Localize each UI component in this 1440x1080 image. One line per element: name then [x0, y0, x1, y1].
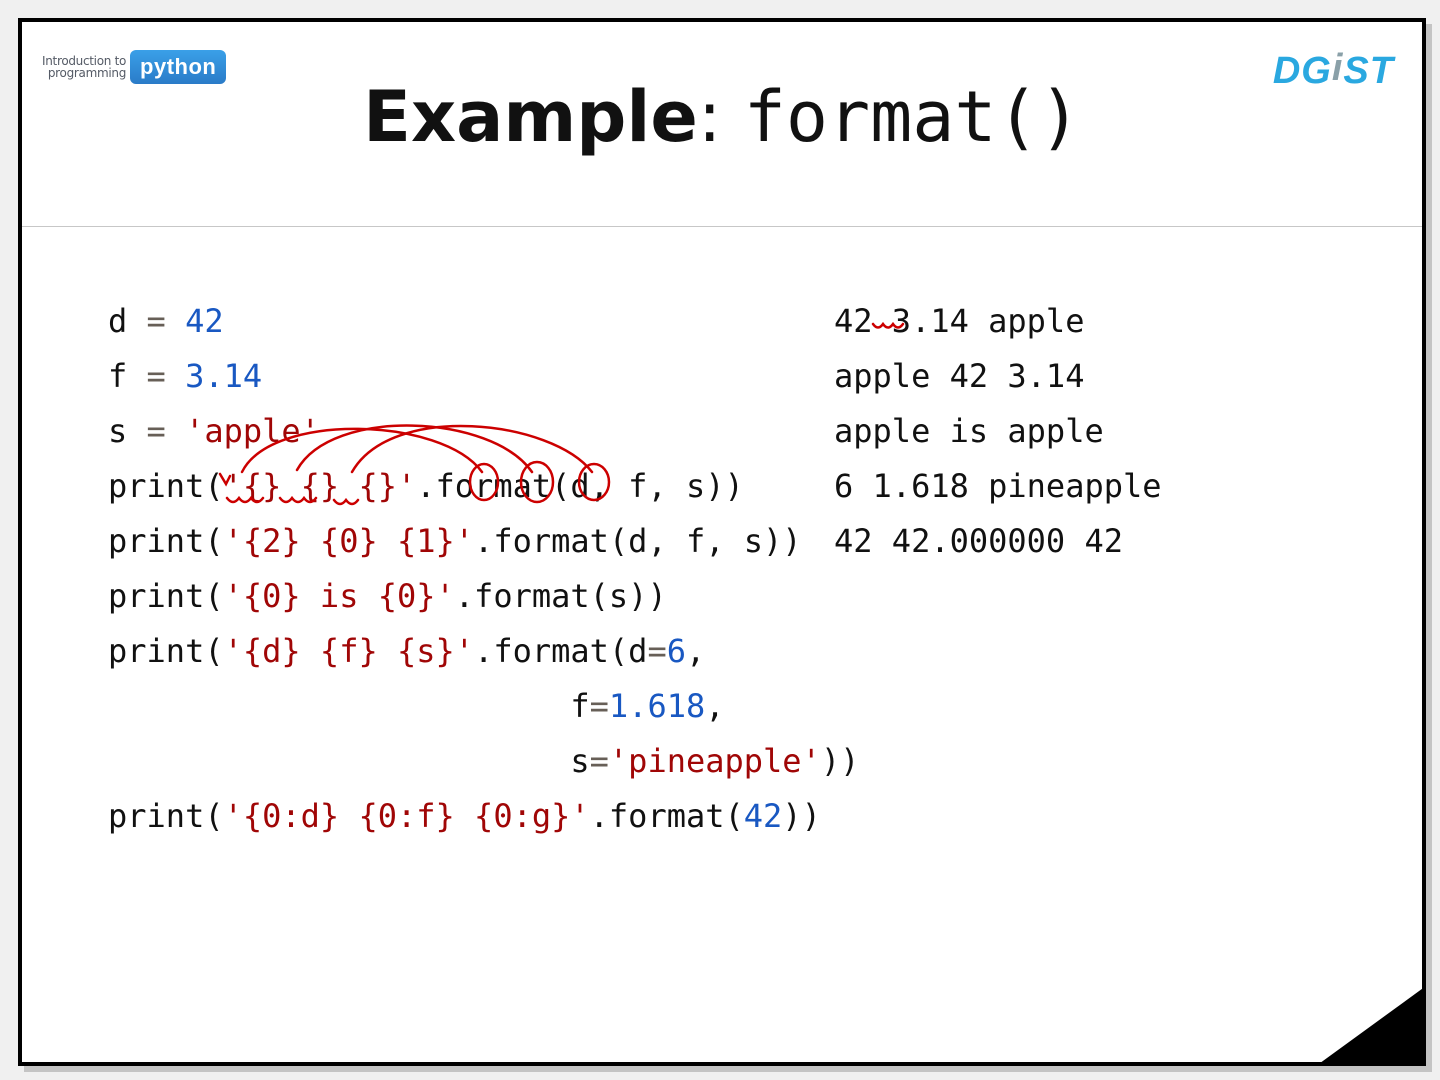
slide-wrap: Introduction to programming python DGiST…: [0, 0, 1440, 1080]
title-colon: :: [698, 76, 744, 158]
title-divider: [22, 226, 1422, 227]
code-line-5: print('{2} {0} {1}'.format(d, f, s)): [108, 522, 802, 560]
code-line-9: s='pineapple')): [108, 742, 859, 780]
output-block: 42 3.14 apple apple 42 3.14 apple is app…: [834, 294, 1162, 569]
code-line-3: s = 'apple': [108, 412, 320, 450]
output-line-2: apple 42 3.14: [834, 357, 1084, 395]
output-line-3: apple is apple: [834, 412, 1104, 450]
output-line-4: 6 1.618 pineapple: [834, 467, 1162, 505]
slide-title: Example: format(): [22, 76, 1422, 158]
output-line-5: 42 42.000000 42: [834, 522, 1123, 560]
title-mono: format(): [744, 76, 1081, 158]
code-line-4: print('{} {} {}'.format(d, f, s)): [108, 467, 744, 505]
corner-fold-icon: [1316, 986, 1426, 1066]
code-line-1: d = 42: [108, 302, 224, 340]
code-line-8: f=1.618,: [108, 687, 725, 725]
code-line-10: print('{0:d} {0:f} {0:g}'.format(42)): [108, 797, 821, 835]
slide: Introduction to programming python DGiST…: [18, 18, 1426, 1066]
code-block: d = 42 f = 3.14 s = 'apple' print('{} {}…: [108, 294, 1388, 844]
code-line-7: print('{d} {f} {s}'.format(d=6,: [108, 632, 705, 670]
title-prefix: Example: [363, 76, 698, 158]
code-line-2: f = 3.14: [108, 357, 262, 395]
output-line-1: 42 3.14 apple: [834, 302, 1084, 340]
code-line-6: print('{0} is {0}'.format(s)): [108, 577, 667, 615]
